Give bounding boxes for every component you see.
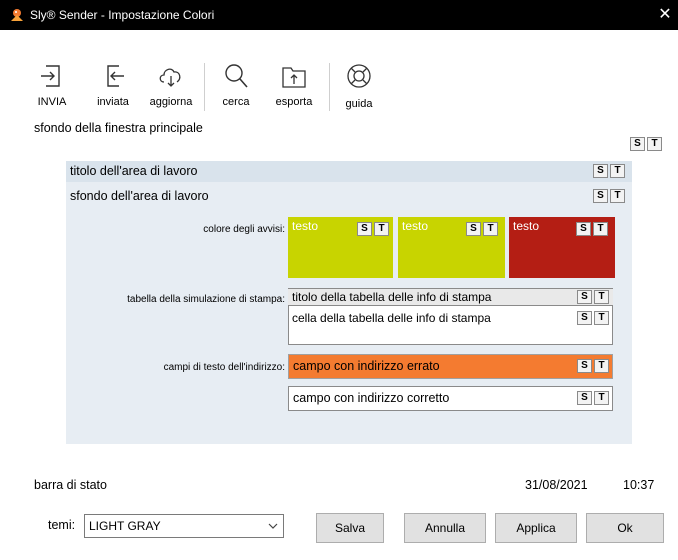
work-area-title-row: titolo dell'area di lavoro	[66, 161, 632, 182]
toolbar-export-button[interactable]: esporta	[270, 62, 318, 112]
sent-icon	[107, 65, 124, 87]
wrong-address-field[interactable]: campo con indirizzo errato	[288, 354, 613, 379]
toolbar-refresh-button[interactable]: aggiorna	[143, 62, 199, 112]
status-bar-time: 10:37	[623, 478, 655, 492]
table-cell-t-button[interactable]: T	[594, 311, 609, 325]
background-s-button[interactable]: S	[593, 189, 608, 203]
main-bg-s-button[interactable]: S	[630, 137, 645, 151]
toolbar-help-label: guida	[345, 98, 373, 110]
warning-3-t-button[interactable]: T	[593, 222, 608, 236]
cancel-button[interactable]: Annulla	[404, 513, 486, 543]
main-bg-t-button[interactable]: T	[647, 137, 662, 151]
title-s-button[interactable]: S	[593, 164, 608, 178]
warning-swatch-3-text: testo	[513, 219, 540, 233]
wrong-address-t-button[interactable]: T	[594, 359, 609, 373]
app-logo-icon	[11, 9, 23, 21]
title-bar: Sly® Sender - Impostazione Colori ✕	[0, 0, 678, 30]
print-table-header-row[interactable]: titolo della tabella delle info di stamp…	[288, 289, 613, 306]
status-bar-label: barra di stato	[34, 478, 107, 492]
correct-address-field[interactable]: campo con indirizzo corretto	[288, 386, 613, 411]
theme-label: temi:	[48, 518, 76, 532]
send-icon	[41, 65, 60, 87]
toolbar-search-label: cerca	[222, 96, 250, 108]
toolbar-send-label: INVIA	[37, 96, 67, 108]
background-t-button[interactable]: T	[610, 189, 625, 203]
print-table-label: tabella della simulazione di stampa:	[127, 294, 285, 305]
help-lifebuoy-icon	[347, 64, 371, 88]
save-button[interactable]: Salva	[316, 513, 384, 543]
table-header-s-button[interactable]: S	[577, 290, 592, 304]
warning-3-s-button[interactable]: S	[576, 222, 591, 236]
print-table-cell-text: cella della tabella delle info di stampa	[292, 311, 491, 325]
toolbar-separator	[204, 63, 205, 111]
theme-select[interactable]: LIGHT GRAY	[84, 514, 284, 538]
warning-swatch-1-text: testo	[292, 219, 319, 233]
table-cell-s-button[interactable]: S	[577, 311, 592, 325]
cloud-refresh-icon	[159, 68, 181, 87]
theme-select-value: LIGHT GRAY	[89, 519, 161, 533]
print-table-header-text: titolo della tabella delle info di stamp…	[292, 290, 492, 304]
warning-2-s-button[interactable]: S	[466, 222, 481, 236]
print-table-cell-row[interactable]: cella della tabella delle info di stampa	[288, 310, 613, 327]
work-area-background-label: sfondo dell'area di lavoro	[70, 189, 209, 203]
ok-button[interactable]: Ok	[586, 513, 664, 543]
correct-address-text: campo con indirizzo corretto	[293, 391, 450, 405]
window-title: Sly® Sender - Impostazione Colori	[30, 8, 215, 22]
work-area-background-row: sfondo dell'area di lavoro	[66, 186, 632, 207]
apply-button[interactable]: Applica	[495, 513, 577, 543]
status-bar-date: 31/08/2021	[525, 478, 588, 492]
wrong-address-text: campo con indirizzo errato	[293, 359, 440, 373]
toolbar-search-button[interactable]: cerca	[218, 62, 254, 112]
toolbar-export-label: esporta	[275, 96, 313, 108]
warnings-label: colore degli avvisi:	[203, 224, 285, 235]
warning-1-s-button[interactable]: S	[357, 222, 372, 236]
chevron-down-icon	[268, 523, 278, 529]
warning-swatch-2-text: testo	[402, 219, 429, 233]
toolbar-send-button[interactable]: INVIA	[34, 62, 70, 112]
toolbar-refresh-label: aggiorna	[149, 96, 193, 108]
correct-address-s-button[interactable]: S	[577, 391, 592, 405]
toolbar-sent-button[interactable]: inviata	[93, 62, 133, 112]
table-header-t-button[interactable]: T	[594, 290, 609, 304]
title-t-button[interactable]: T	[610, 164, 625, 178]
warning-2-t-button[interactable]: T	[483, 222, 498, 236]
toolbar-separator	[329, 63, 330, 111]
close-button[interactable]: ✕	[652, 4, 678, 26]
correct-address-t-button[interactable]: T	[594, 391, 609, 405]
search-icon	[225, 64, 248, 88]
toolbar-help-button[interactable]: guida	[340, 62, 378, 112]
toolbar-sent-label: inviata	[97, 96, 129, 108]
main-background-label: sfondo della finestra principale	[34, 121, 203, 135]
export-icon	[282, 67, 306, 88]
work-area-title-label: titolo dell'area di lavoro	[70, 164, 198, 178]
warning-1-t-button[interactable]: T	[374, 222, 389, 236]
wrong-address-s-button[interactable]: S	[577, 359, 592, 373]
address-fields-label: campi di testo dell'indirizzo:	[163, 362, 285, 373]
